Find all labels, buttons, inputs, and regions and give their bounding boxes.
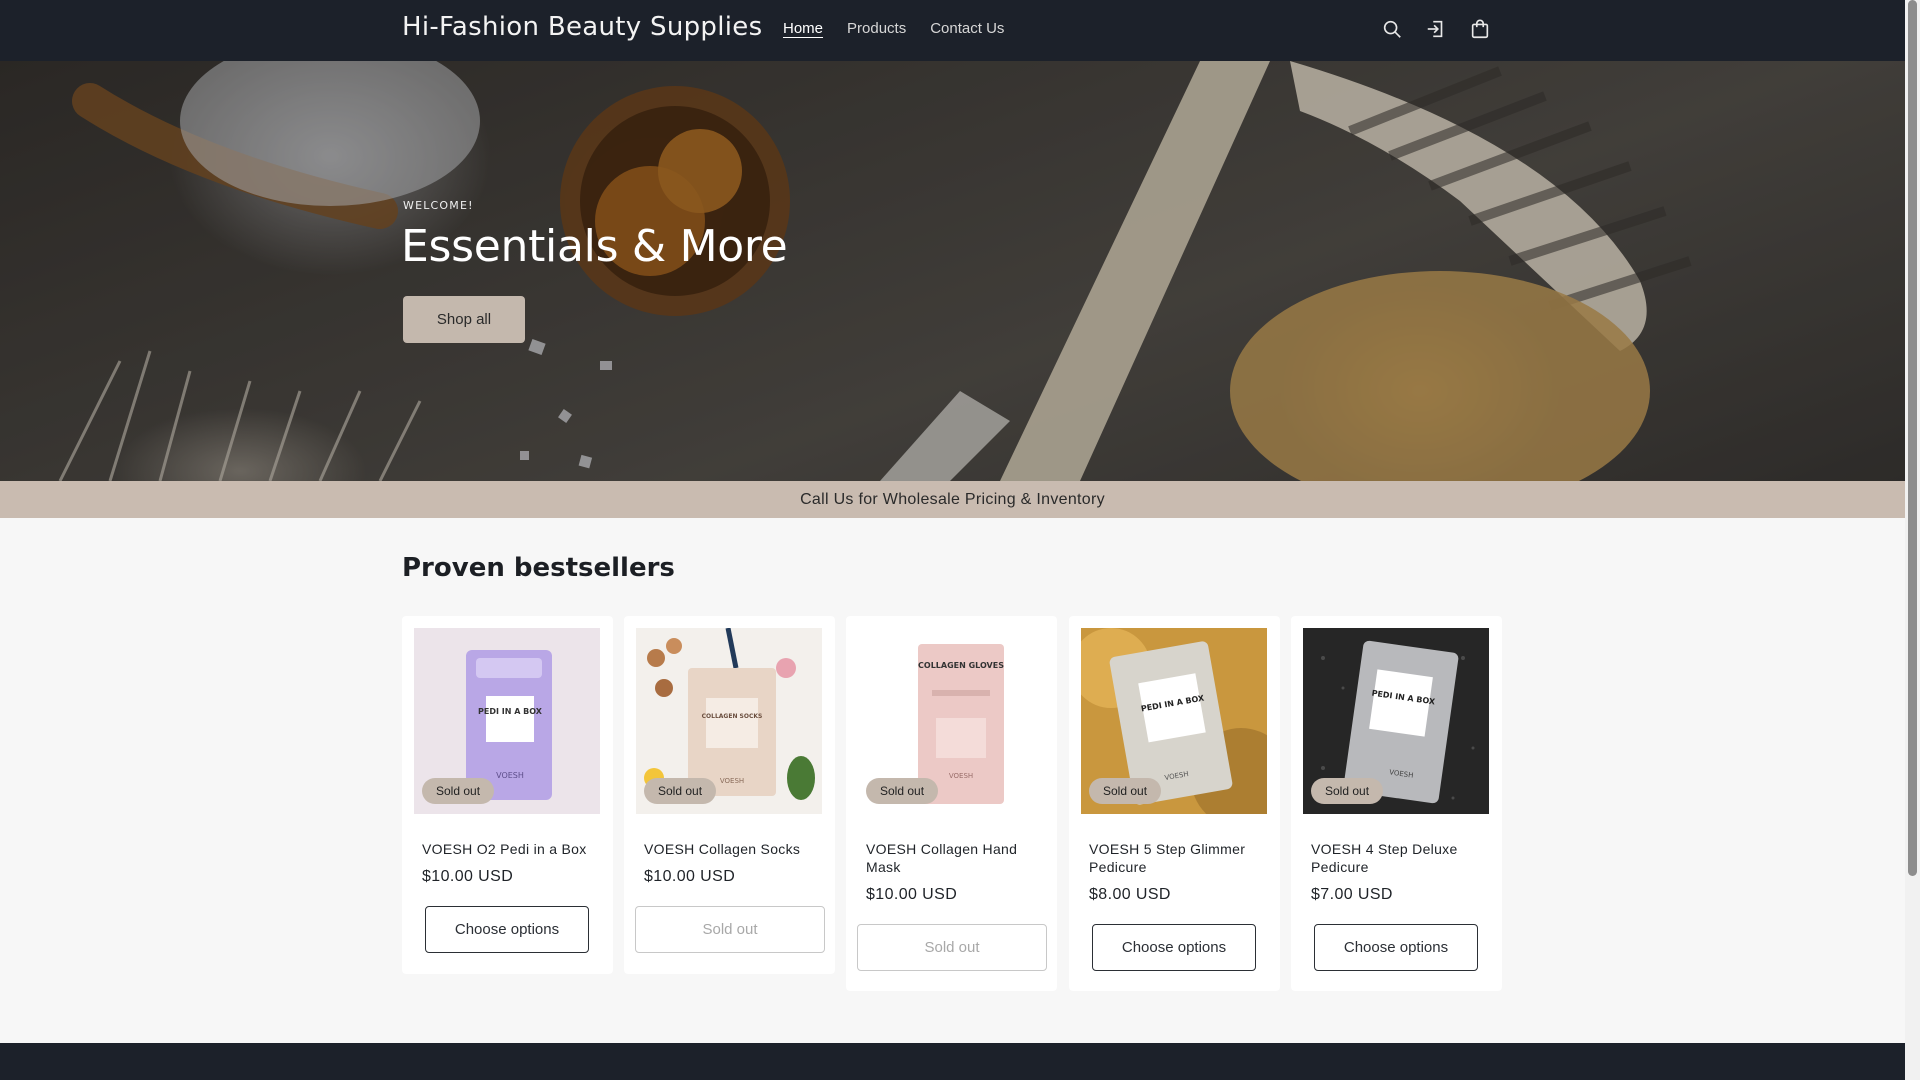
product-card[interactable]: COLLAGEN GLOVES VOESH Sold out VOESH Col… — [846, 616, 1057, 991]
package-brand: VOESH — [949, 772, 973, 780]
product-card[interactable]: PEDI IN A BOX VOESH Sold out VOESH 4 Ste… — [1291, 616, 1502, 991]
package-text: COLLAGEN SOCKS — [702, 713, 763, 720]
product-price: $10.00 USD — [422, 868, 514, 885]
site-header: Hi-Fashion Beauty Supplies Home Products… — [0, 0, 1905, 61]
package-brand: VOESH — [720, 777, 744, 785]
choose-options-button[interactable]: Choose options — [1314, 924, 1478, 971]
choose-options-button[interactable]: Choose options — [425, 906, 589, 953]
product-image[interactable]: PEDI IN A BOX VOESH Sold out — [1303, 628, 1489, 814]
brand-logo[interactable]: Hi-Fashion Beauty Supplies — [402, 12, 762, 42]
sold-out-badge: Sold out — [1089, 778, 1162, 804]
product-name[interactable]: VOESH O2 Pedi in a Box — [422, 840, 602, 858]
product-image[interactable]: PEDI IN A BOX VOESH Sold out — [1081, 628, 1267, 814]
product-card[interactable]: COLLAGEN SOCKS VOESH Sold out VOESH Coll… — [624, 616, 835, 974]
nav-contact-link[interactable]: Contact Us — [918, 20, 1016, 37]
sold-out-badge: Sold out — [866, 778, 939, 804]
product-price: $7.00 USD — [1311, 886, 1393, 903]
page: Hi-Fashion Beauty Supplies Home Products… — [0, 0, 1920, 1080]
product-name[interactable]: VOESH Collagen Hand Mask — [866, 840, 1046, 876]
sold-out-badge: Sold out — [644, 778, 717, 804]
package-text: PEDI IN A BOX — [478, 707, 543, 716]
cart-icon[interactable] — [1468, 16, 1492, 42]
product-price: $10.00 USD — [866, 886, 958, 903]
hero-title: Essentials & More — [401, 221, 788, 272]
nav-home-link[interactable]: Home — [771, 20, 835, 37]
account-icon[interactable] — [1424, 16, 1448, 42]
product-image[interactable]: COLLAGEN SOCKS VOESH Sold out — [636, 628, 822, 814]
package-text: COLLAGEN GLOVES — [918, 661, 1004, 670]
product-name[interactable]: VOESH Collagen Socks — [644, 840, 824, 858]
product-image[interactable]: PEDI IN A BOX VOESH Sold out — [414, 628, 600, 814]
hero-eyebrow: WELCOME! — [403, 199, 474, 212]
main-nav: Home Products Contact Us — [771, 20, 1016, 37]
product-card[interactable]: PEDI IN A BOX VOESH Sold out VOESH O2 Pe… — [402, 616, 613, 974]
sold-out-badge: Sold out — [422, 778, 495, 804]
hero-banner: WELCOME! Essentials & More Shop all — [0, 61, 1905, 481]
search-icon[interactable] — [1380, 16, 1404, 42]
product-image[interactable]: COLLAGEN GLOVES VOESH Sold out — [858, 628, 1044, 814]
nav-products-link[interactable]: Products — [835, 20, 918, 37]
choose-options-button[interactable]: Choose options — [1092, 924, 1256, 971]
hero-overlay — [0, 61, 1905, 481]
sold-out-badge: Sold out — [1311, 778, 1384, 804]
sold-out-button[interactable]: Sold out — [857, 924, 1047, 971]
product-price: $8.00 USD — [1089, 886, 1171, 903]
shop-all-button[interactable]: Shop all — [403, 296, 525, 343]
announcement-bar: Call Us for Wholesale Pricing & Inventor… — [0, 481, 1905, 518]
product-name[interactable]: VOESH 4 Step Deluxe Pedicure — [1311, 840, 1491, 876]
product-price: $10.00 USD — [644, 868, 736, 885]
header-icons — [1380, 16, 1492, 42]
section-title: Proven bestsellers — [402, 553, 675, 583]
footer — [0, 1043, 1905, 1080]
package-brand: VOESH — [496, 771, 524, 780]
product-name[interactable]: VOESH 5 Step Glimmer Pedicure — [1089, 840, 1269, 876]
scrollbar-thumb[interactable] — [1908, 0, 1917, 876]
sold-out-button[interactable]: Sold out — [635, 906, 825, 953]
product-card[interactable]: PEDI IN A BOX VOESH Sold out VOESH 5 Ste… — [1069, 616, 1280, 991]
